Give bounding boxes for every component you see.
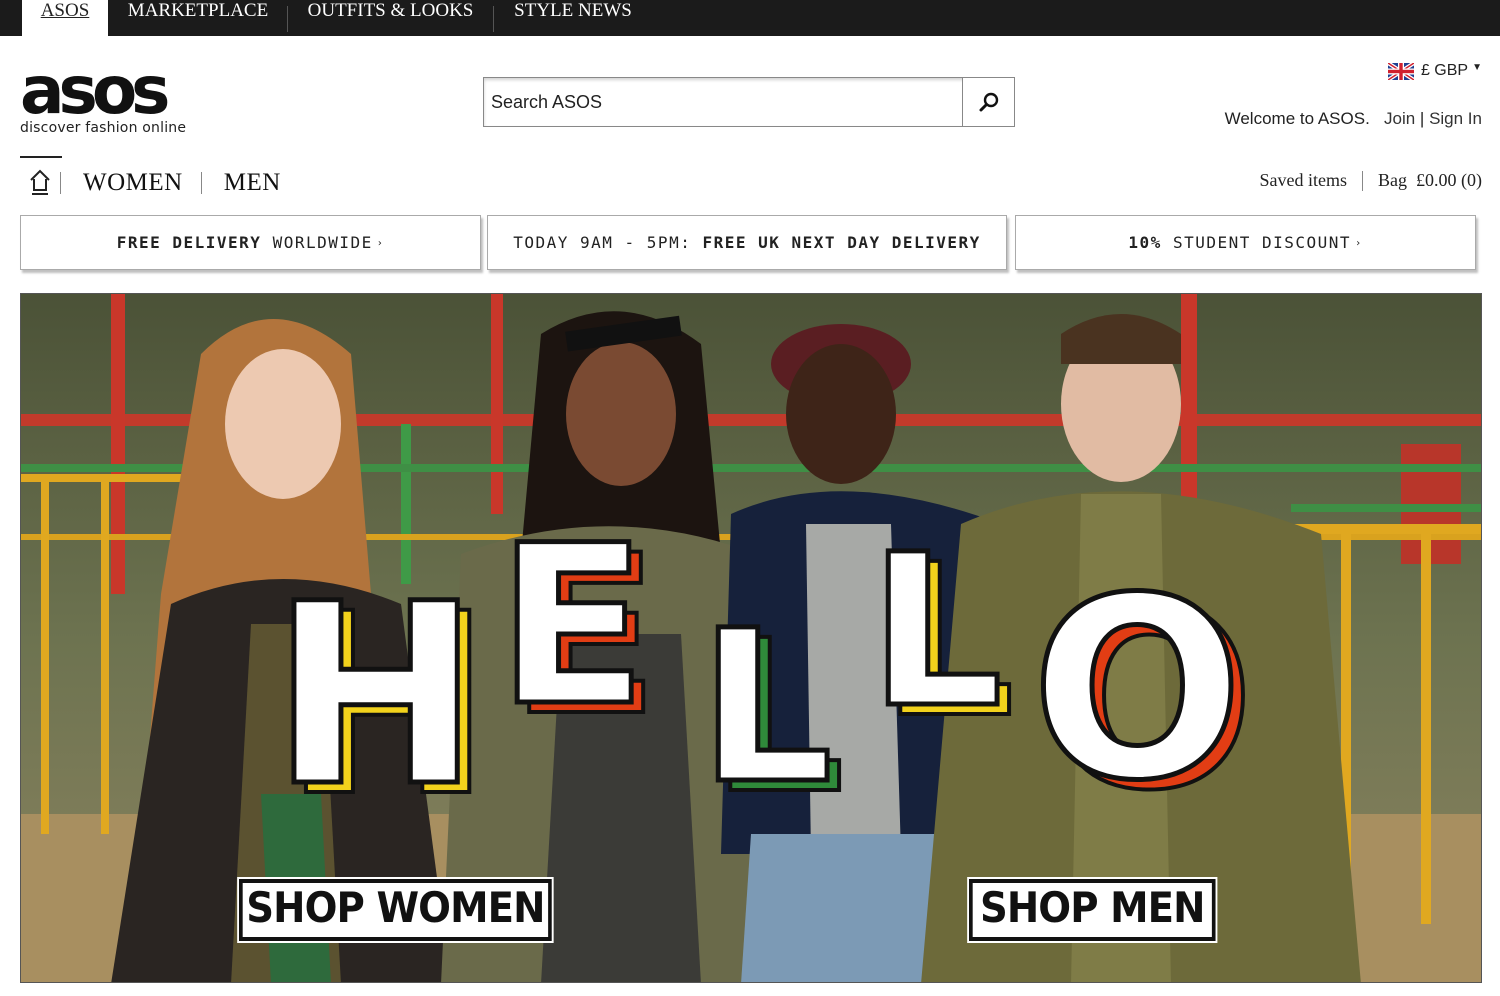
svg-text:L: L: [699, 585, 833, 830]
promo-text: STUDENT DISCOUNT: [1172, 233, 1352, 252]
bag-count: (0): [1461, 170, 1482, 190]
chevron-right-icon: ›: [376, 238, 385, 249]
chevron-right-icon: ›: [1355, 238, 1363, 249]
join-link[interactable]: Join: [1384, 109, 1415, 128]
currency-symbol: £: [1420, 62, 1430, 79]
caret-down-icon: ▼: [1472, 61, 1482, 73]
asos-logo[interactable]: asos discover fashion online: [20, 58, 210, 140]
tab-style-news-label: STYLE NEWS: [514, 0, 632, 21]
svg-text:H: H: [271, 550, 480, 841]
svg-text:E: E: [497, 498, 647, 754]
account-separator: |: [1419, 109, 1425, 128]
tab-marketplace-label: MARKETPLACE: [127, 0, 269, 21]
search-icon: [979, 92, 998, 112]
logo-wordmark: asos: [20, 52, 170, 129]
promo-text: TODAY 9AM - 5PM:: [513, 233, 692, 252]
nav-women[interactable]: WOMEN: [61, 169, 201, 197]
nav-divider: [1362, 170, 1363, 191]
saved-items-link[interactable]: Saved items: [1260, 170, 1348, 191]
gender-nav: WOMEN MEN: [60, 166, 299, 200]
promo-bold-text: FREE UK NEXT DAY DELIVERY: [702, 233, 981, 252]
tab-marketplace[interactable]: MARKETPLACE: [110, 0, 286, 36]
svg-text:L: L: [869, 509, 1003, 754]
search-input[interactable]: [484, 78, 962, 126]
home-underline: [20, 156, 62, 158]
tab-outfits-looks[interactable]: OUTFITS & LOOKS: [288, 0, 493, 36]
site-switcher-bar: ASOS MARKETPLACE OUTFITS & LOOKS STYLE N…: [0, 0, 1500, 36]
sign-in-link[interactable]: Sign In: [1429, 109, 1482, 128]
promo-bold-text: 10%: [1128, 233, 1162, 252]
promo-next-day[interactable]: TODAY 9AM - 5PM: FREE UK NEXT DAY DELIVE…: [487, 215, 1007, 270]
home-icon[interactable]: [29, 168, 51, 196]
account-links: Welcome to ASOS. Join | Sign In: [1225, 109, 1482, 129]
tab-asos-label: ASOS: [40, 0, 90, 21]
promo-text: WORLDWIDE: [272, 233, 373, 252]
search-button[interactable]: [962, 78, 1014, 126]
shop-men-button[interactable]: SHOP MEN: [967, 877, 1218, 943]
welcome-text: Welcome to ASOS.: [1224, 109, 1370, 128]
shop-women-button[interactable]: SHOP WOMEN: [237, 877, 554, 943]
promo-free-delivery[interactable]: FREE DELIVERY WORLDWIDE ›: [20, 215, 481, 270]
promo-bold-text: FREE DELIVERY: [116, 233, 262, 252]
tab-outfits-label: OUTFITS & LOOKS: [307, 0, 474, 21]
tab-asos[interactable]: ASOS: [22, 0, 108, 36]
search-box: [483, 77, 1015, 127]
uk-flag-icon: [1387, 62, 1414, 80]
currency-selector[interactable]: £ GBP ▼: [1387, 60, 1482, 82]
hero-banner[interactable]: H H E E L L L L O O SHOP WOMEN SHOP MEN: [20, 293, 1482, 983]
user-nav: Saved items Bag £0.00 (0): [1260, 170, 1482, 191]
svg-text:O: O: [1031, 544, 1244, 835]
currency-code: GBP: [1434, 62, 1469, 79]
bag-link[interactable]: Bag £0.00 (0): [1378, 170, 1482, 191]
bag-label: Bag: [1378, 170, 1407, 190]
promo-student-discount[interactable]: 10% STUDENT DISCOUNT ›: [1015, 215, 1476, 270]
tab-style-news[interactable]: STYLE NEWS: [494, 0, 652, 36]
nav-men[interactable]: MEN: [202, 169, 299, 197]
bag-amount: £0.00: [1416, 170, 1457, 190]
logo-tagline: discover fashion online: [20, 120, 187, 136]
